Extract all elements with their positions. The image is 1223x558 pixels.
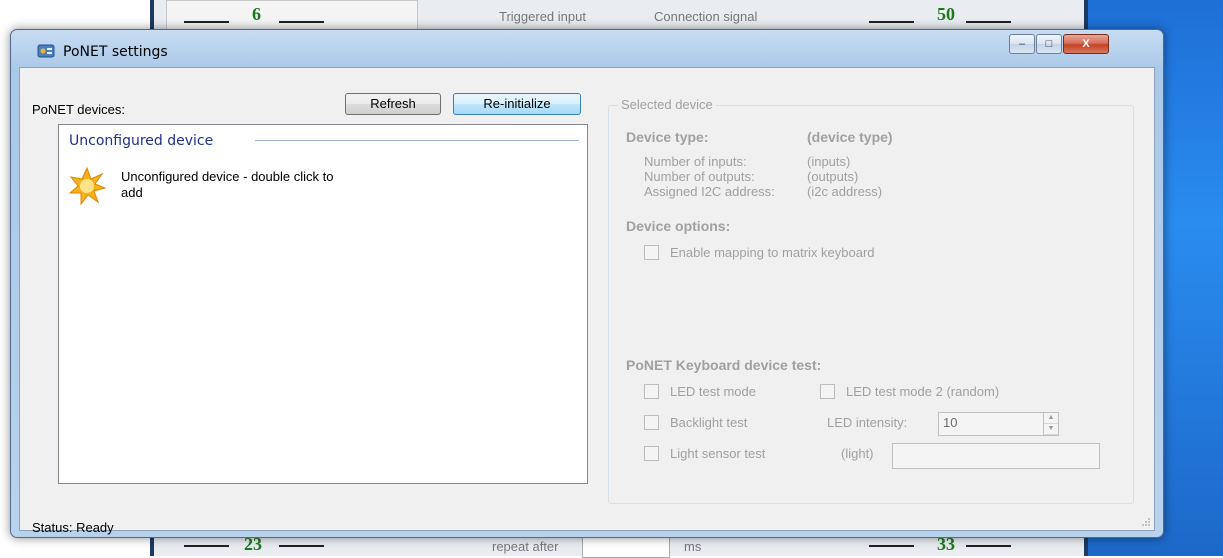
device-type-value: (device type): [807, 129, 893, 145]
bg-label: Connection signal: [654, 9, 758, 24]
resize-grip-icon[interactable]: [1141, 517, 1151, 527]
window-title: PoNET settings: [63, 44, 168, 60]
refresh-button[interactable]: Refresh: [345, 93, 441, 115]
inputs-value: (inputs): [807, 154, 851, 169]
bg-line: [869, 21, 914, 23]
outputs-label: Number of outputs:: [644, 169, 755, 184]
bg-panel: [166, 0, 418, 32]
bg-label: repeat after: [492, 539, 559, 554]
backlight-test-label: Backlight test: [670, 415, 748, 430]
bg-line: [279, 545, 324, 547]
close-button[interactable]: X: [1063, 34, 1109, 54]
close-icon: X: [1082, 38, 1090, 50]
device-options-label: Device options:: [626, 218, 731, 234]
maximize-button[interactable]: □: [1036, 34, 1062, 54]
list-item[interactable]: Unconfigured device - double click to ad…: [121, 169, 351, 201]
app-icon: [37, 44, 55, 58]
bg-combo: [582, 536, 670, 558]
maximize-icon: □: [1045, 38, 1053, 50]
status-text: Status: Ready: [32, 520, 114, 535]
i2c-address-value: (i2c address): [807, 184, 883, 199]
selected-device-title: Selected device: [618, 97, 716, 112]
spin-buttons[interactable]: ▲ ▼: [1043, 413, 1058, 435]
spin-up-icon[interactable]: ▲: [1044, 413, 1058, 424]
keyboard-test-label: PoNET Keyboard device test:: [626, 357, 822, 373]
bg-number: 50: [937, 4, 955, 24]
light-value-field[interactable]: [892, 443, 1100, 469]
outputs-value: (outputs): [807, 169, 859, 184]
led-intensity-label: LED intensity:: [827, 415, 908, 430]
led-intensity-stepper[interactable]: 10 ▲ ▼: [938, 412, 1059, 436]
inputs-label: Number of inputs:: [644, 154, 747, 169]
bg-line: [966, 545, 1011, 547]
bg-line: [279, 21, 324, 23]
bg-label: ms: [684, 539, 702, 554]
backlight-test-checkbox[interactable]: [644, 415, 659, 430]
ponet-settings-window: PoNET settings – □ X PoNET devices: Refr…: [10, 29, 1164, 538]
bg-line: [869, 545, 914, 547]
devices-label: PoNET devices:: [32, 102, 125, 117]
led-test-label: LED test mode: [670, 384, 756, 399]
i2c-address-label: Assigned I2C address:: [644, 184, 775, 199]
device-list[interactable]: Unconfigured device Unconfigured device …: [58, 124, 588, 484]
device-type-label: Device type:: [626, 129, 709, 145]
reinitialize-button[interactable]: Re-initialize: [453, 93, 581, 115]
light-label: (light): [841, 446, 874, 461]
minimize-button[interactable]: –: [1009, 34, 1035, 54]
matrix-keyboard-label: Enable mapping to matrix keyboard: [670, 245, 875, 260]
led-test2-checkbox[interactable]: [820, 384, 835, 399]
dialog-client-area: PoNET devices: Refresh Re-initialize Unc…: [19, 67, 1155, 535]
bg-number: 6: [252, 4, 261, 24]
spin-down-icon[interactable]: ▼: [1044, 424, 1058, 435]
light-sensor-checkbox[interactable]: [644, 446, 659, 461]
led-test2-label: LED test mode 2 (random): [846, 384, 1000, 399]
bg-label: Triggered input: [499, 9, 586, 24]
starburst-icon: [68, 166, 107, 206]
bg-line: [184, 545, 229, 547]
bg-line: [184, 21, 229, 23]
led-test-checkbox[interactable]: [644, 384, 659, 399]
group-divider: [255, 140, 579, 141]
light-sensor-label: Light sensor test: [670, 446, 766, 461]
matrix-keyboard-checkbox[interactable]: [644, 245, 659, 260]
led-intensity-value: 10: [943, 415, 958, 430]
list-group-header: Unconfigured device: [69, 133, 214, 149]
bg-line: [966, 21, 1011, 23]
minimize-icon: –: [1018, 38, 1026, 50]
